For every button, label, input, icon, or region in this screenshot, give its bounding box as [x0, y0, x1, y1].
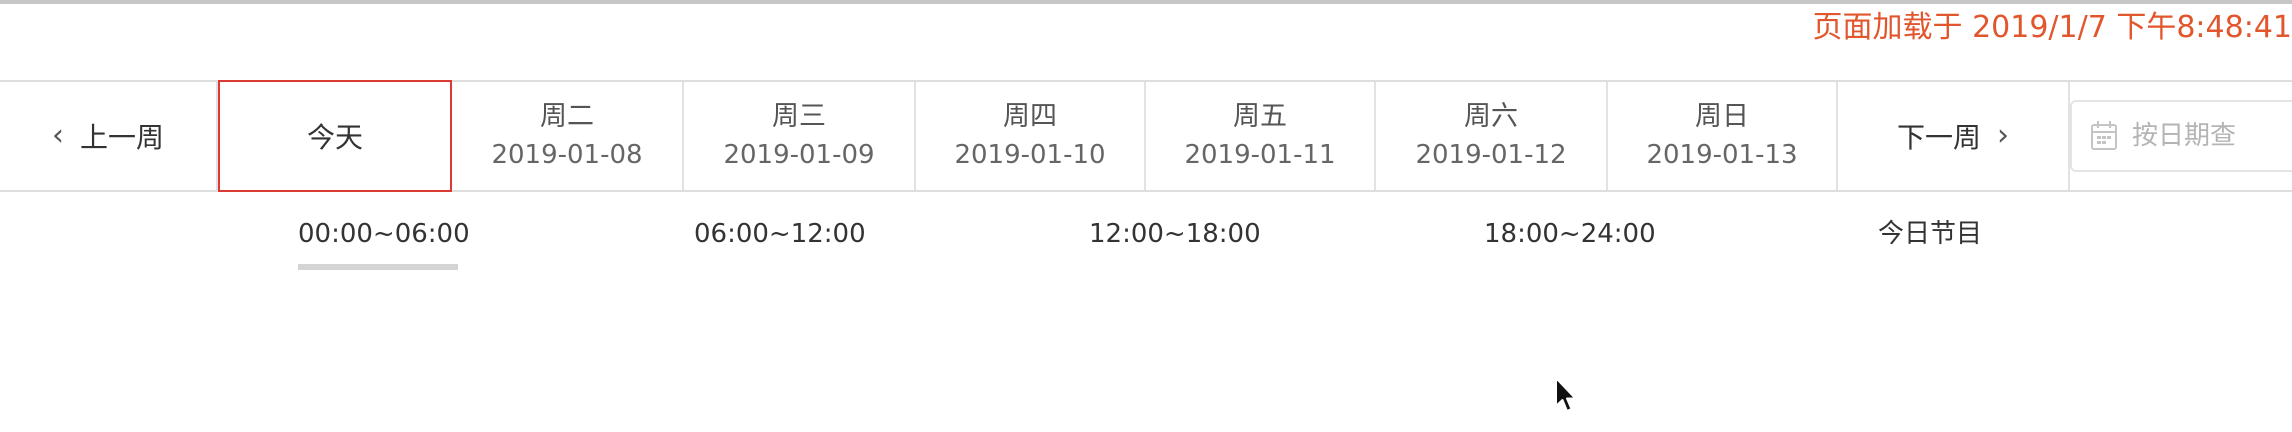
next-week-label: 下一周: [1896, 121, 1981, 154]
date-search-input[interactable]: [2132, 121, 2292, 151]
day-date: 2019-01-13: [1646, 140, 1798, 170]
day-name: 周四: [1003, 101, 1057, 132]
day-date: 2019-01-08: [491, 140, 643, 170]
day-name: 周日: [1695, 101, 1749, 132]
day-date: 2019-01-09: [723, 140, 875, 170]
chevron-right-icon: ›: [1997, 118, 2009, 153]
mouse-pointer-icon: [1555, 377, 1577, 412]
next-week-button[interactable]: 下一周 ›: [1838, 82, 2070, 190]
day-tab-thu[interactable]: 周四 2019-01-10: [916, 82, 1146, 190]
day-tab-wed[interactable]: 周三 2019-01-09: [684, 82, 916, 190]
week-navigation-bar: ‹ 上一周 今天 周二 2019-01-08 周三 2019-01-09 周四 …: [0, 80, 2292, 192]
day-date: 2019-01-11: [1184, 140, 1336, 170]
day-tab-sat[interactable]: 周六 2019-01-12: [1376, 82, 1608, 190]
prev-week-label: 上一周: [79, 121, 164, 154]
time-slot-tab-3[interactable]: 18:00~24:00: [1484, 212, 1656, 256]
day-name: 周三: [772, 101, 826, 132]
time-slot-tab-1[interactable]: 06:00~12:00: [694, 212, 866, 256]
day-name: 周六: [1464, 101, 1518, 132]
day-tab-fri[interactable]: 周五 2019-01-11: [1146, 82, 1376, 190]
prev-week-button[interactable]: ‹ 上一周: [0, 82, 218, 190]
day-date: 2019-01-10: [954, 140, 1106, 170]
day-name: 周五: [1233, 101, 1287, 132]
today-label: 今天: [306, 121, 363, 154]
day-tab-tue[interactable]: 周二 2019-01-08: [452, 82, 684, 190]
day-tab-sun[interactable]: 周日 2019-01-13: [1608, 82, 1838, 190]
time-slot-tab-today-programs[interactable]: 今日节目: [1878, 212, 1982, 256]
time-slot-tabs: 00:00~06:00 06:00~12:00 12:00~18:00 18:0…: [0, 212, 2292, 272]
time-slot-tab-2[interactable]: 12:00~18:00: [1089, 212, 1261, 256]
top-border-line: [0, 0, 2292, 4]
date-search-box[interactable]: [2070, 100, 2292, 172]
day-date: 2019-01-12: [1415, 140, 1567, 170]
today-tab[interactable]: 今天: [218, 80, 452, 192]
page-load-time: 页面加载于 2019/1/7 下午8:48:41: [1812, 10, 2292, 45]
time-slot-tab-0[interactable]: 00:00~06:00: [298, 212, 470, 256]
chevron-left-icon: ‹: [51, 118, 64, 153]
calendar-icon: [2090, 118, 2118, 154]
day-name: 周二: [540, 101, 594, 132]
active-slot-indicator: [298, 264, 458, 270]
